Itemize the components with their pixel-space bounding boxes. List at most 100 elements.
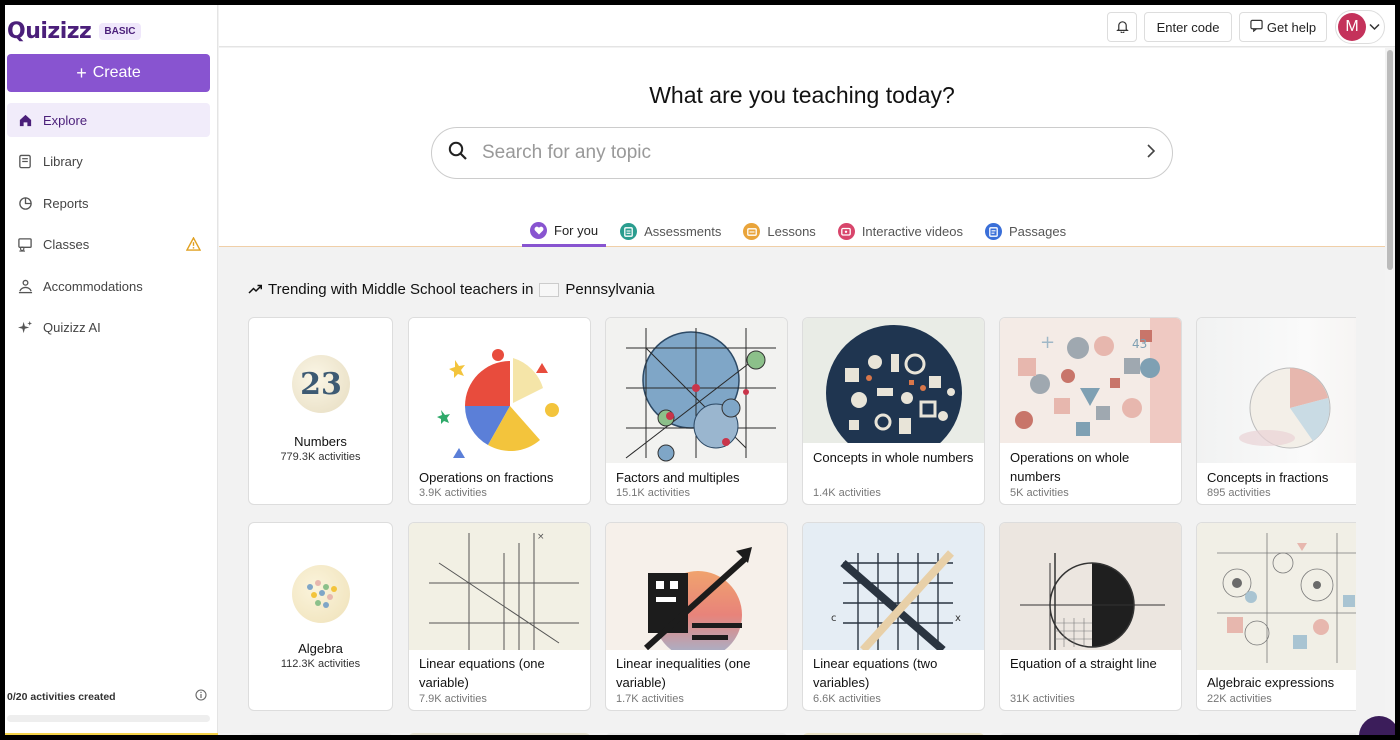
tab-label: Lessons [767, 224, 816, 239]
topic-card[interactable]: × Linear equations (one variable) 7.9K a… [408, 522, 591, 711]
scrollbar-thumb[interactable] [1387, 50, 1393, 270]
warning-icon [185, 235, 202, 253]
topic-count: 1.7K activities [616, 693, 684, 705]
sidebar-item-label: Explore [43, 112, 88, 128]
upgrade-strip [5, 733, 218, 735]
subject-card-algebra[interactable]: Algebra 112.3K activities [248, 522, 393, 711]
topic-title: Linear equations (two variables) [813, 656, 938, 690]
topic-count: 6.6K activities [813, 693, 881, 705]
linear-equations-one-variable-thumbnail: × [409, 523, 590, 650]
sidebar-item-label: Accommodations [43, 278, 143, 294]
sidebar-item-label: Library [43, 154, 83, 169]
topic-title: Operations on whole numbers [1010, 450, 1130, 484]
topic-card[interactable]: Concepts in whole numbers 1.4K activitie… [802, 317, 985, 505]
account-menu[interactable]: M [1335, 10, 1385, 44]
svg-text:43: 43 [1132, 337, 1147, 351]
quizizz-logo[interactable]: Quizizz [7, 19, 92, 44]
topic-card[interactable] [605, 733, 788, 735]
topic-card[interactable]: + 43 Operations on whole numbers 5K acti… [999, 317, 1182, 505]
subject-count: 112.3K activities [280, 658, 361, 670]
sidebar-item-quizizz-ai[interactable]: Quizizz AI [7, 311, 210, 345]
svg-text:23: 23 [300, 367, 342, 402]
topic-title: Algebraic expressions [1207, 675, 1335, 690]
page-title: What are you teaching today? [649, 82, 955, 108]
activity-quota: 0/20 activities created [7, 689, 207, 704]
sparkle-icon [17, 320, 33, 336]
passage-icon [984, 223, 1002, 240]
topic-card[interactable]: Algebraic expressions 22K activities [1196, 522, 1356, 711]
create-button[interactable]: + Create [7, 54, 210, 92]
avatar: M [1338, 13, 1366, 41]
support-chat-button[interactable] [1359, 716, 1395, 735]
sidebar-item-reports[interactable]: Reports [7, 186, 210, 220]
topic-card[interactable]: Factors and multiples 15.1K activities [605, 317, 788, 505]
sidebar-item-accommodations[interactable]: Accommodations [7, 269, 210, 303]
topic-title: Operations on fractions [419, 470, 554, 485]
topic-count: 31K activities [1010, 693, 1075, 705]
state-flag-icon [539, 282, 560, 297]
sidebar-item-library[interactable]: Library [7, 145, 210, 179]
concepts-in-fractions-thumbnail [1197, 318, 1356, 463]
hero: What are you teaching today? For you [219, 48, 1385, 247]
sidebar: Quizizz BASIC + Create Explore Library R… [5, 5, 218, 735]
svg-text:+: + [1040, 332, 1055, 353]
tab-for-you[interactable]: For you [522, 216, 607, 247]
equation-of-a-straight-line-thumbnail [1000, 523, 1181, 650]
tab-interactive-videos[interactable]: Interactive videos [830, 216, 971, 247]
search-bar[interactable] [431, 127, 1173, 179]
tab-label: Interactive videos [861, 224, 963, 239]
topic-card[interactable]: Concepts in fractions 895 activities [1196, 317, 1356, 505]
topic-card[interactable]: Equation of a straight line 31K activiti… [999, 522, 1182, 711]
operations-on-fractions-thumbnail [409, 318, 590, 463]
lesson-icon [743, 223, 761, 240]
classes-icon [17, 237, 33, 253]
search-input[interactable] [482, 142, 1132, 164]
get-help-button[interactable]: Get help [1239, 12, 1327, 42]
page-scrollbar[interactable] [1385, 48, 1395, 735]
tab-passages[interactable]: Passages [977, 216, 1074, 247]
trending-heading: Trending with Middle School teachers in … [248, 281, 655, 298]
topic-card[interactable]: Operations on fractions 3.9K activities [408, 317, 591, 505]
library-icon [17, 154, 33, 170]
sidebar-item-explore[interactable]: Explore [7, 103, 210, 137]
numbers-thumbnail: 23 [292, 355, 350, 413]
info-icon[interactable] [195, 689, 207, 704]
factors-and-multiples-thumbnail [606, 318, 787, 463]
enter-code-button[interactable]: Enter code [1144, 12, 1232, 42]
topic-card[interactable] [802, 733, 985, 735]
topic-card[interactable] [1196, 733, 1356, 735]
linear-equations-two-variables-thumbnail: c x [803, 523, 984, 650]
topic-card[interactable]: Linear inequalities (one variable) 1.7K … [605, 522, 788, 711]
brand: Quizizz BASIC [7, 19, 141, 44]
quota-progress-bar [7, 715, 210, 722]
topic-card[interactable]: c x Linear equations (two variables) 6.6… [802, 522, 985, 711]
trending-grid: 23 Numbers 779.3K activities Operations … [248, 317, 1356, 735]
trending-prefix: Trending with Middle School teachers in [268, 281, 534, 298]
reports-icon [17, 195, 33, 211]
top-bar: Enter code Get help M [219, 5, 1395, 47]
algebra-thumbnail [292, 565, 350, 623]
topic-card[interactable] [248, 733, 393, 735]
operations-on-whole-numbers-thumbnail: + 43 [1000, 318, 1181, 443]
plan-badge: BASIC [99, 23, 141, 40]
notifications-button[interactable] [1107, 12, 1137, 42]
linear-inequalities-one-variable-thumbnail [606, 523, 787, 650]
sidebar-item-classes[interactable]: Classes [7, 228, 210, 262]
get-help-label: Get help [1266, 19, 1317, 35]
tab-lessons[interactable]: Lessons [735, 216, 823, 247]
tab-label: Passages [1008, 224, 1067, 239]
accommodations-icon [17, 278, 33, 294]
tab-label: For you [554, 222, 599, 238]
chevron-down-icon [1369, 18, 1380, 36]
topic-card[interactable] [408, 733, 591, 735]
subject-title: Algebra [298, 641, 343, 656]
tab-assessments[interactable]: Assessments [612, 216, 729, 247]
trending-state[interactable]: Pennsylvania [565, 281, 654, 298]
subject-card-numbers[interactable]: 23 Numbers 779.3K activities [248, 317, 393, 505]
svg-text:×: × [537, 532, 545, 542]
heart-icon [530, 221, 547, 239]
chevron-right-icon[interactable] [1146, 143, 1156, 164]
topic-card[interactable] [999, 733, 1182, 735]
create-label: Create [92, 64, 141, 81]
help-chat-icon [1250, 19, 1263, 35]
